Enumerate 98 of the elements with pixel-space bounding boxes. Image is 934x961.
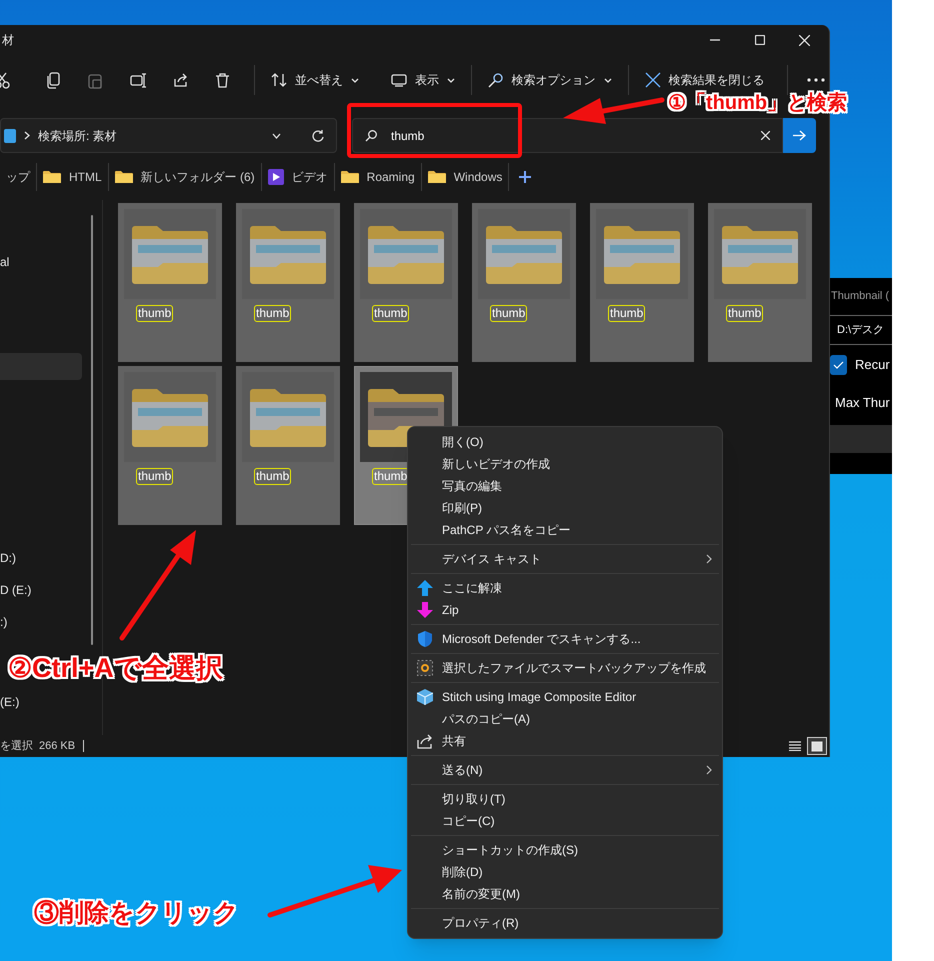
file-tile[interactable]: thumb	[236, 366, 340, 525]
sidebar-item[interactable]: D (E:)	[0, 574, 82, 606]
copy-icon	[44, 72, 62, 88]
chevron-down-icon	[446, 78, 455, 82]
add-icon[interactable]	[519, 171, 532, 183]
share-icon	[172, 72, 189, 88]
toolbar-button[interactable]: 検索オプション	[482, 63, 618, 97]
address-path: 検索場所: 素材	[38, 128, 118, 144]
menu-item[interactable]: デバイス キャスト	[408, 548, 722, 570]
clear-icon	[761, 131, 770, 140]
file-name: thumb	[136, 305, 174, 322]
scrollbar[interactable]	[91, 215, 93, 645]
refresh-icon	[311, 129, 324, 142]
quick-access-tab[interactable]: Windows	[422, 163, 510, 191]
menu-item[interactable]: コピー(C)	[408, 810, 722, 832]
file-tile[interactable]: thumb	[472, 203, 576, 362]
sidebar-item[interactable]: al	[0, 246, 82, 278]
search-field[interactable]: thumb	[352, 118, 783, 153]
chevron-right-icon	[24, 131, 30, 140]
address-bar[interactable]: 検索場所: 素材	[0, 118, 337, 153]
menu-item[interactable]: Stitch using Image Composite Editor	[408, 686, 722, 708]
file-name: thumb	[608, 305, 646, 322]
file-name: thumb	[136, 468, 174, 485]
checkbox-label: Recur	[855, 356, 890, 374]
close-icon	[644, 72, 661, 88]
field-label: Max Thur	[835, 394, 891, 412]
annotation-text: ②Ctrl+Aで全選択	[8, 652, 223, 685]
folder-icon	[428, 170, 446, 184]
toolbar-button[interactable]: 並べ替え	[264, 63, 365, 97]
search-icon	[365, 130, 377, 142]
close-icon	[799, 34, 810, 46]
checkbox[interactable]	[830, 355, 847, 375]
maximize-icon	[754, 35, 764, 45]
toolbar-button[interactable]: 表示	[384, 63, 461, 97]
folder-icon	[340, 170, 359, 184]
menu-item[interactable]: 名前の変更(M)	[408, 883, 722, 905]
file-tile[interactable]: thumb	[236, 203, 340, 362]
file-name: thumb	[254, 305, 292, 322]
menu-item[interactable]: 削除(D)	[408, 861, 722, 883]
sidebar-item[interactable]: D:)	[0, 542, 82, 574]
share-icon	[417, 733, 433, 749]
menu-item[interactable]: パスのコピー(A)	[408, 708, 722, 730]
chevron-down-icon	[272, 132, 281, 138]
quick-access-tab[interactable]: Roaming	[334, 163, 422, 191]
file-tile[interactable]: thumb	[590, 203, 694, 362]
file-name: thumb	[372, 305, 410, 322]
menu-item[interactable]: 選択したファイルでスマートバックアップを作成	[408, 657, 722, 679]
menu-item[interactable]: 切り取り(T)	[408, 788, 722, 810]
delete-icon	[214, 72, 232, 88]
checkmark-icon	[833, 361, 844, 369]
status-text: 266 KB	[39, 738, 76, 754]
arrow-up-icon	[417, 580, 433, 596]
quick-access-tab[interactable]: ップ	[0, 163, 37, 191]
more-icon	[807, 78, 826, 82]
file-tile[interactable]: thumb	[118, 203, 222, 362]
file-tile[interactable]: thumb	[354, 203, 458, 362]
quick-access-tab[interactable]: 新しいフォルダー (6)	[108, 163, 262, 191]
search-options-icon	[488, 72, 504, 88]
quick-access-tab[interactable]: HTML	[37, 163, 109, 191]
file-name: thumb	[254, 468, 292, 485]
file-name: thumb	[490, 305, 528, 322]
drive-icon	[4, 128, 16, 144]
view-icon	[390, 72, 407, 88]
menu-item[interactable]: ショートカットの作成(S)	[408, 839, 722, 861]
window-title: Thumbnail (	[831, 289, 890, 304]
path-field[interactable]: D:\デスク	[837, 322, 892, 338]
chevron-down-icon	[350, 78, 359, 82]
search-go-button[interactable]	[783, 118, 816, 153]
quick-access-tab[interactable]: ビデオ	[262, 163, 335, 191]
shield-icon	[417, 631, 433, 647]
rename-icon	[130, 72, 147, 88]
cube-icon	[417, 689, 433, 705]
arrow-right-icon	[793, 130, 806, 141]
menu-item[interactable]: ここに解凍	[408, 577, 722, 599]
menu-item[interactable]: Zip	[408, 599, 722, 621]
tile-view-icon	[811, 740, 823, 752]
view-toggle-button[interactable]	[807, 737, 827, 755]
status-text: を選択	[0, 738, 33, 754]
menu-item[interactable]: 送る(N)	[408, 759, 722, 781]
menu-item[interactable]: Microsoft Defender でスキャンする...	[408, 628, 722, 650]
menu-item[interactable]: プロパティ(R)	[408, 912, 722, 934]
file-tile[interactable]: thumb	[708, 203, 812, 362]
folder-icon	[114, 170, 133, 184]
menu-item[interactable]: 共有	[408, 730, 722, 752]
file-name: thumb	[726, 305, 764, 322]
backup-icon	[417, 660, 433, 676]
sidebar-item[interactable]: :)	[0, 606, 82, 638]
arrow-down-icon	[417, 602, 433, 618]
list-view-icon	[789, 741, 801, 751]
paste-icon	[87, 72, 104, 88]
sidebar-item[interactable]: (E:)	[0, 686, 82, 718]
video-icon	[268, 169, 284, 185]
chevron-down-icon	[604, 78, 612, 82]
window-title: 材	[2, 32, 14, 49]
annotation-text: ③削除をクリック	[34, 898, 239, 929]
folder-icon	[43, 170, 61, 184]
file-tile[interactable]: thumb	[118, 366, 222, 525]
sort-icon	[270, 72, 287, 88]
